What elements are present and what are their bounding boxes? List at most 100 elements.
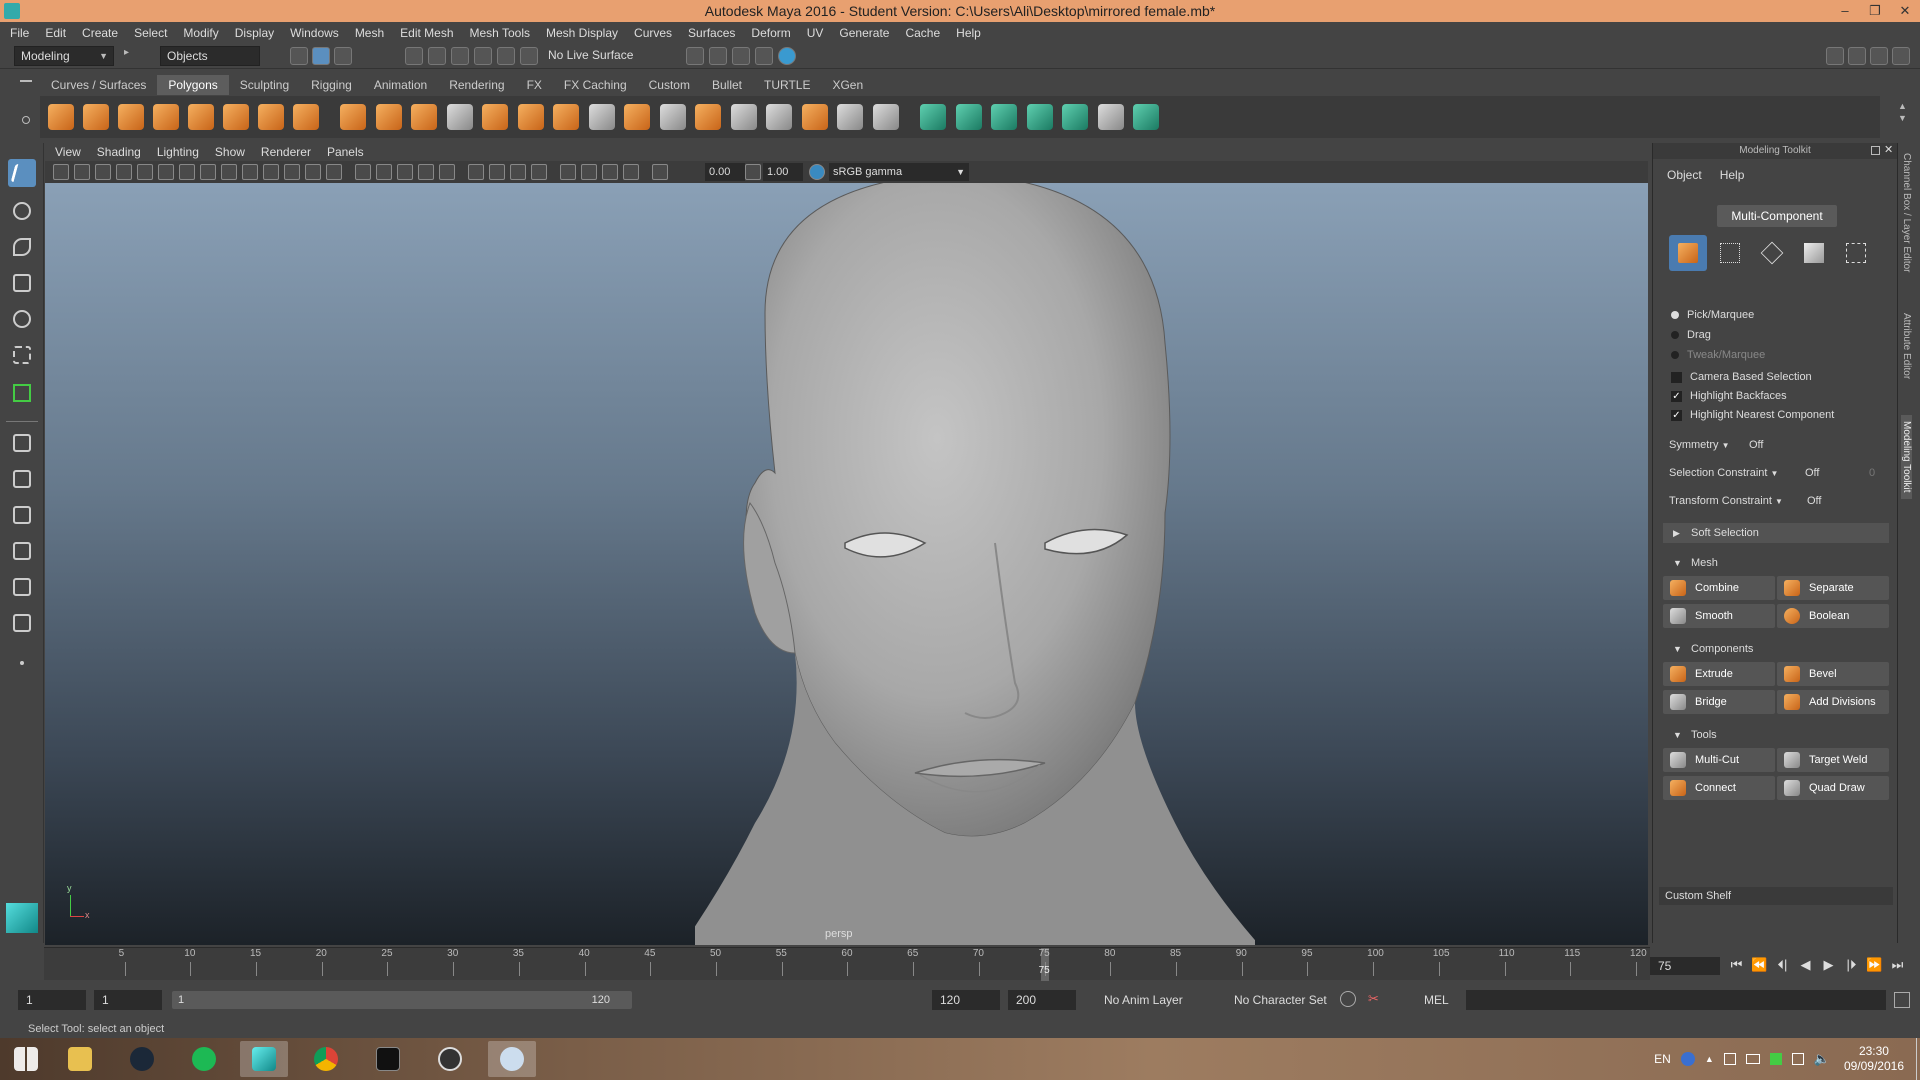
menu-mesh-tools[interactable]: Mesh Tools	[470, 26, 530, 40]
shelf-tab-xgen[interactable]: XGen	[821, 75, 874, 95]
shelf-tab-sculpting[interactable]: Sculpting	[229, 75, 300, 95]
command-line-input[interactable]	[1466, 990, 1886, 1010]
grid-icon[interactable]	[200, 164, 216, 180]
terminal-button[interactable]	[364, 1041, 412, 1077]
file-explorer-button[interactable]	[56, 1041, 104, 1077]
layout-quad-icon[interactable]	[1848, 47, 1866, 65]
film-gate-icon[interactable]	[221, 164, 237, 180]
field-chart-icon[interactable]	[284, 164, 300, 180]
menu-generate[interactable]: Generate	[839, 26, 889, 40]
multi-component-button[interactable]: Multi-Component	[1717, 205, 1837, 227]
move-tool-button[interactable]	[8, 269, 36, 297]
range-slider[interactable]: 1 120	[172, 991, 632, 1009]
xray-components-icon[interactable]	[623, 164, 639, 180]
menu-surfaces[interactable]: Surfaces	[688, 26, 735, 40]
connect-button[interactable]: Connect	[1663, 776, 1775, 800]
modeling-toolkit-tab[interactable]: Modeling Toolkit	[1901, 415, 1912, 499]
animation-start-field[interactable]: 1	[18, 990, 86, 1010]
shelf-tab-custom[interactable]: Custom	[638, 75, 701, 95]
toolkit-menu-help[interactable]: Help	[1720, 168, 1745, 182]
bevel-edge-icon[interactable]	[695, 104, 721, 130]
bridge-button[interactable]: Bridge	[1663, 690, 1775, 714]
menu-create[interactable]: Create	[82, 26, 118, 40]
toggle-ui-icon[interactable]	[1892, 47, 1910, 65]
gamma-icon[interactable]	[745, 164, 761, 180]
bevel-button[interactable]: Bevel	[1777, 662, 1889, 686]
render-frame-icon[interactable]	[686, 47, 704, 65]
xray-joints-icon[interactable]	[602, 164, 618, 180]
exposure-field[interactable]: 0.00	[705, 163, 745, 181]
uv-editor-icon[interactable]	[1062, 104, 1088, 130]
separate-icon[interactable]	[375, 104, 402, 130]
select-camera-icon[interactable]	[53, 164, 69, 180]
uv-grid-icon[interactable]	[1097, 104, 1124, 130]
combine-button[interactable]: Combine	[1663, 576, 1775, 600]
color-management-icon[interactable]	[809, 164, 825, 180]
scale-tool-button[interactable]	[8, 341, 36, 369]
menu-curves[interactable]: Curves	[634, 26, 672, 40]
quad-draw-button[interactable]: Quad Draw	[1777, 776, 1889, 800]
play-backwards-button[interactable]: ◀	[1794, 953, 1817, 977]
go-to-start-button[interactable]: ⏮	[1725, 953, 1748, 977]
anim-layer-dropdown[interactable]: No Anim Layer	[1096, 990, 1216, 1010]
shelf-tab-rendering[interactable]: Rendering	[438, 75, 515, 95]
drag-option[interactable]: Drag	[1671, 329, 1711, 341]
more-layouts-button[interactable]	[8, 649, 36, 677]
camera-attributes-icon[interactable]	[95, 164, 111, 180]
exposure-icon[interactable]	[652, 164, 668, 180]
steam-button[interactable]	[118, 1041, 166, 1077]
separate-button[interactable]: Separate	[1777, 576, 1889, 600]
highlight-nearest-checkbox[interactable]: ✓ Highlight Nearest Component	[1671, 409, 1834, 421]
go-to-end-button[interactable]: ⏭	[1886, 953, 1909, 977]
shelf-tab-turtle[interactable]: TURTLE	[753, 75, 821, 95]
shelf-tab-fx[interactable]: FX	[516, 75, 553, 95]
select-tool-button[interactable]	[8, 159, 36, 187]
motion-blur-icon[interactable]	[510, 164, 526, 180]
select-component-icon[interactable]	[334, 47, 352, 65]
slide-edge-icon[interactable]	[766, 104, 792, 130]
uv-mode-button[interactable]	[1837, 235, 1875, 271]
automatic-mapping-icon[interactable]	[955, 104, 982, 130]
obs-button[interactable]	[426, 1041, 474, 1077]
extract-icon[interactable]	[411, 104, 437, 130]
layout-outliner-icon[interactable]	[1870, 47, 1888, 65]
volume-icon[interactable]: 🔈	[1814, 1051, 1830, 1067]
live-surface-field[interactable]: No Live Surface	[542, 46, 642, 66]
menu-windows[interactable]: Windows	[290, 26, 339, 40]
restore-button[interactable]: ❐	[1860, 0, 1890, 22]
display-icon[interactable]	[1745, 1054, 1760, 1064]
mode-dropdown[interactable]: Modeling ▼	[14, 46, 114, 66]
bookmarks-icon[interactable]	[116, 164, 132, 180]
add-divisions-button[interactable]: Add Divisions	[1777, 690, 1889, 714]
render-view-icon[interactable]	[778, 47, 796, 65]
object-mode-button[interactable]	[1669, 235, 1707, 271]
layout-single-icon[interactable]	[1826, 47, 1844, 65]
poly-plane-icon[interactable]	[188, 104, 214, 130]
extrude-button[interactable]: Extrude	[1663, 662, 1775, 686]
perspective-viewport[interactable]: persp y x	[45, 183, 1648, 945]
grease-pencil-icon[interactable]	[179, 164, 195, 180]
menu-cache[interactable]: Cache	[905, 26, 940, 40]
poly-cylinder-icon[interactable]	[118, 104, 144, 130]
xray-icon[interactable]	[581, 164, 597, 180]
add-divisions-icon[interactable]	[730, 104, 757, 130]
auto-key-icon[interactable]	[1340, 991, 1356, 1007]
shelf-scroll-arrows[interactable]: ▲ ▼	[1898, 100, 1907, 124]
help-tray-icon[interactable]	[1680, 1052, 1695, 1066]
menu-deform[interactable]: Deform	[751, 26, 790, 40]
anti-aliasing-icon[interactable]	[531, 164, 547, 180]
poly-cone-icon[interactable]	[153, 104, 179, 130]
insert-edge-loop-icon[interactable]	[659, 104, 686, 130]
step-forward-frame-button[interactable]: |⏵	[1840, 953, 1863, 977]
shelf-tab-bullet[interactable]: Bullet	[701, 75, 753, 95]
collapse-arrow-icon[interactable]: ▸	[124, 47, 136, 65]
multi-cut-icon[interactable]	[588, 104, 615, 130]
boolean-button[interactable]: Boolean	[1777, 604, 1889, 628]
mesh-section-header[interactable]: ▼ Mesh	[1663, 553, 1889, 573]
step-back-frame-button[interactable]: ⏴|	[1771, 953, 1794, 977]
snap-vertex-icon[interactable]	[520, 47, 538, 65]
layout-single-pane-button[interactable]	[8, 429, 36, 457]
shelf-tab-polygons[interactable]: Polygons	[157, 75, 229, 95]
select-object-icon[interactable]	[312, 47, 330, 65]
cylindrical-mapping-icon[interactable]	[991, 104, 1017, 130]
